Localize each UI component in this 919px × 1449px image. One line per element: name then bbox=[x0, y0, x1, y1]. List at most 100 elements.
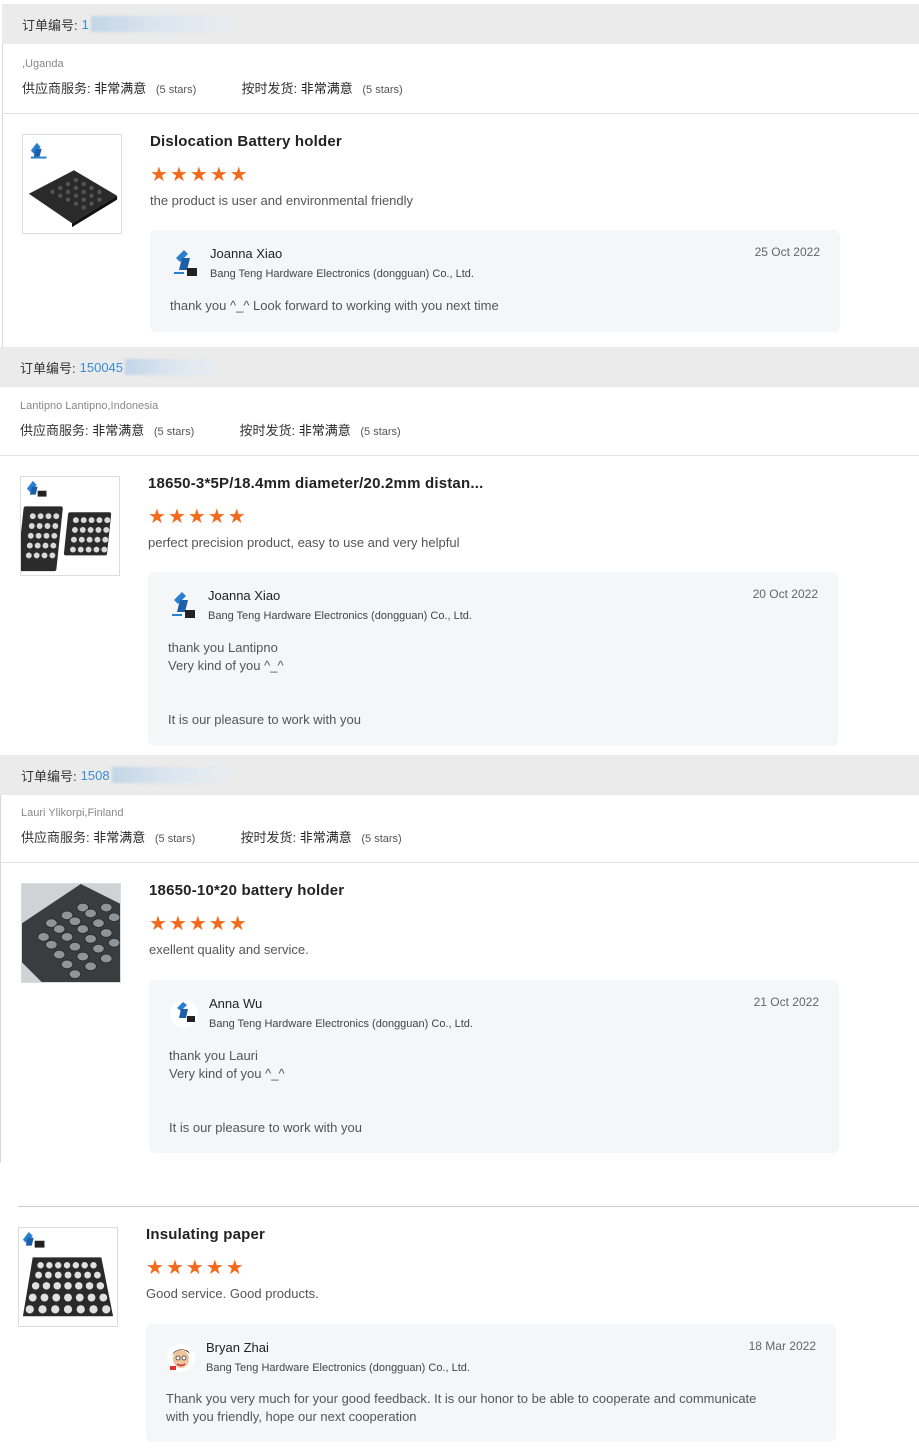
order-number-redaction bbox=[90, 16, 231, 32]
product-thumbnail[interactable] bbox=[21, 883, 121, 983]
reply-message-line: thank you Lantipno bbox=[168, 640, 278, 655]
order-header: 订单编号: 1 bbox=[2, 4, 919, 44]
replier-company: Bang Teng Hardware Electronics (dongguan… bbox=[206, 1362, 470, 1374]
shipping-value: 非常满意 bbox=[298, 423, 351, 438]
star-icon: ★ bbox=[169, 162, 188, 186]
supplier-service-value: 非常满意 bbox=[93, 830, 146, 845]
star-icon: ★ bbox=[148, 504, 166, 528]
shipping-stars: (5 stars) bbox=[361, 833, 402, 845]
buyer-location: Lauri Ylikorpi,Finland bbox=[21, 807, 124, 819]
company-logo-icon bbox=[172, 592, 195, 618]
order-number[interactable]: 1508 bbox=[81, 768, 110, 783]
supplier-service-stars: (5 stars) bbox=[154, 833, 196, 845]
buyer-info: Lantipno Lantipno,Indonesia 供应商服务: 非常满意 … bbox=[20, 400, 401, 439]
star-icon: ★ bbox=[188, 911, 207, 935]
star-icon: ★ bbox=[225, 1255, 244, 1279]
shipping-stars: (5 stars) bbox=[360, 426, 401, 438]
product-thumbnail[interactable] bbox=[20, 476, 120, 576]
buyer-location: ,Uganda bbox=[22, 58, 64, 70]
product-title[interactable]: Insulating paper bbox=[146, 1226, 265, 1243]
shipping-label: 按时发货: bbox=[240, 830, 297, 845]
rating-stars: ★ ★ ★ ★ ★ bbox=[149, 913, 247, 933]
shipping-value: 非常满意 bbox=[300, 81, 353, 96]
order-number[interactable]: 150045 bbox=[80, 360, 123, 375]
supplier-service-label: 供应商服务: bbox=[20, 423, 89, 438]
star-icon: ★ bbox=[185, 1255, 204, 1279]
supplier-reply: Bryan Zhai Bang Teng Hardware Electronic… bbox=[146, 1324, 836, 1442]
order-number-label: 订单编号: bbox=[22, 17, 78, 33]
order-number-redaction bbox=[111, 767, 226, 783]
star-icon: ★ bbox=[228, 911, 247, 935]
star-icon: ★ bbox=[146, 1255, 164, 1279]
section-divider bbox=[0, 862, 919, 863]
reply-message-line: with you friendly, hope our next coopera… bbox=[166, 1409, 417, 1424]
review-text: the product is user and environmental fr… bbox=[150, 193, 414, 208]
product-title[interactable]: 18650-10*20 battery holder bbox=[149, 882, 344, 899]
star-icon: ★ bbox=[165, 1255, 184, 1279]
star-icon: ★ bbox=[208, 911, 227, 935]
product-thumbnail[interactable] bbox=[18, 1227, 118, 1327]
supplier-ratings: 供应商服务: 非常满意 (5 stars) 按时发货: 非常满意 (5 star… bbox=[22, 78, 403, 97]
replier-company: Bang Teng Hardware Electronics (dongguan… bbox=[210, 268, 474, 280]
star-icon: ★ bbox=[187, 504, 206, 528]
supplier-service-label: 供应商服务: bbox=[22, 81, 91, 96]
replier-name: Joanna Xiao bbox=[208, 588, 281, 603]
supplier-service-value: 非常满意 bbox=[94, 81, 147, 96]
replier-name: Bryan Zhai bbox=[206, 1340, 269, 1355]
rating-stars: ★ ★ ★ ★ ★ bbox=[146, 1257, 244, 1277]
replier-company: Bang Teng Hardware Electronics (dongguan… bbox=[209, 1018, 473, 1030]
replier-name: Joanna Xiao bbox=[210, 246, 283, 261]
supplier-reply: Anna Wu Bang Teng Hardware Electronics (… bbox=[149, 980, 839, 1153]
order-number-redaction bbox=[125, 359, 218, 375]
order-number-label: 订单编号: bbox=[21, 768, 77, 784]
reply-message-line: It is our pleasure to work with you bbox=[169, 1120, 362, 1135]
buyer-location: Lantipno Lantipno,Indonesia bbox=[20, 400, 159, 412]
order-header: 订单编号: 150045 bbox=[0, 347, 919, 387]
star-icon: ★ bbox=[168, 911, 187, 935]
supplier-service-stars: (5 stars) bbox=[155, 84, 197, 96]
shipping-label: 按时发货: bbox=[239, 423, 296, 438]
buyer-info: ,Uganda 供应商服务: 非常满意 (5 stars) 按时发货: 非常满意… bbox=[22, 58, 403, 97]
reply-message-line: It is our pleasure to work with you bbox=[168, 712, 361, 727]
card-left-border bbox=[0, 795, 1, 1163]
review-text: Good service. Good products. bbox=[146, 1286, 319, 1301]
supplier-service-stars: (5 stars) bbox=[153, 426, 195, 438]
star-icon: ★ bbox=[150, 162, 168, 186]
supplier-ratings: 供应商服务: 非常满意 (5 stars) 按时发货: 非常满意 (5 star… bbox=[21, 827, 402, 846]
reply-date: 25 Oct 2022 bbox=[754, 245, 820, 259]
replier-name: Anna Wu bbox=[209, 996, 263, 1011]
section-divider bbox=[18, 1206, 919, 1207]
product-thumbnail[interactable] bbox=[22, 134, 122, 234]
star-icon: ★ bbox=[207, 504, 226, 528]
reply-message-line: Very kind of you ^_^ bbox=[168, 658, 284, 673]
reply-date: 21 Oct 2022 bbox=[753, 995, 819, 1009]
section-divider bbox=[2, 113, 919, 114]
star-icon: ★ bbox=[167, 504, 186, 528]
star-icon: ★ bbox=[227, 504, 246, 528]
order-number[interactable]: 1 bbox=[82, 17, 89, 32]
shipping-stars: (5 stars) bbox=[362, 84, 403, 96]
section-divider bbox=[0, 455, 919, 456]
company-logo-icon bbox=[22, 1231, 45, 1248]
product-title[interactable]: Dislocation Battery holder bbox=[150, 133, 342, 150]
buyer-info: Lauri Ylikorpi,Finland 供应商服务: 非常满意 (5 st… bbox=[21, 807, 402, 846]
replier-company: Bang Teng Hardware Electronics (dongguan… bbox=[208, 610, 472, 622]
product-title[interactable]: 18650-3*5P/18.4mm diameter/20.2mm distan… bbox=[148, 475, 483, 492]
reply-message-line: thank you Lauri bbox=[169, 1048, 258, 1063]
company-logo-icon bbox=[26, 480, 47, 497]
supplier-service-value: 非常满意 bbox=[92, 423, 145, 438]
order-header: 订单编号: 1508 bbox=[0, 755, 919, 795]
supplier-ratings: 供应商服务: 非常满意 (5 stars) 按时发货: 非常满意 (5 star… bbox=[20, 420, 401, 439]
company-logo-icon bbox=[30, 142, 47, 159]
reply-date: 20 Oct 2022 bbox=[752, 587, 818, 601]
review-text: exellent quality and service. bbox=[149, 942, 309, 957]
reply-message-line: Thank you very much for your good feedba… bbox=[166, 1391, 757, 1406]
reply-message: thank you ^_^ Look forward to working wi… bbox=[170, 298, 499, 313]
star-icon: ★ bbox=[149, 911, 167, 935]
order-number-label: 订单编号: bbox=[20, 360, 76, 376]
star-icon: ★ bbox=[229, 162, 248, 186]
rating-stars: ★ ★ ★ ★ ★ bbox=[150, 164, 248, 184]
supplier-reply: Joanna Xiao Bang Teng Hardware Electroni… bbox=[148, 572, 838, 746]
company-logo-icon bbox=[174, 250, 197, 276]
person-avatar-icon bbox=[167, 1344, 195, 1372]
